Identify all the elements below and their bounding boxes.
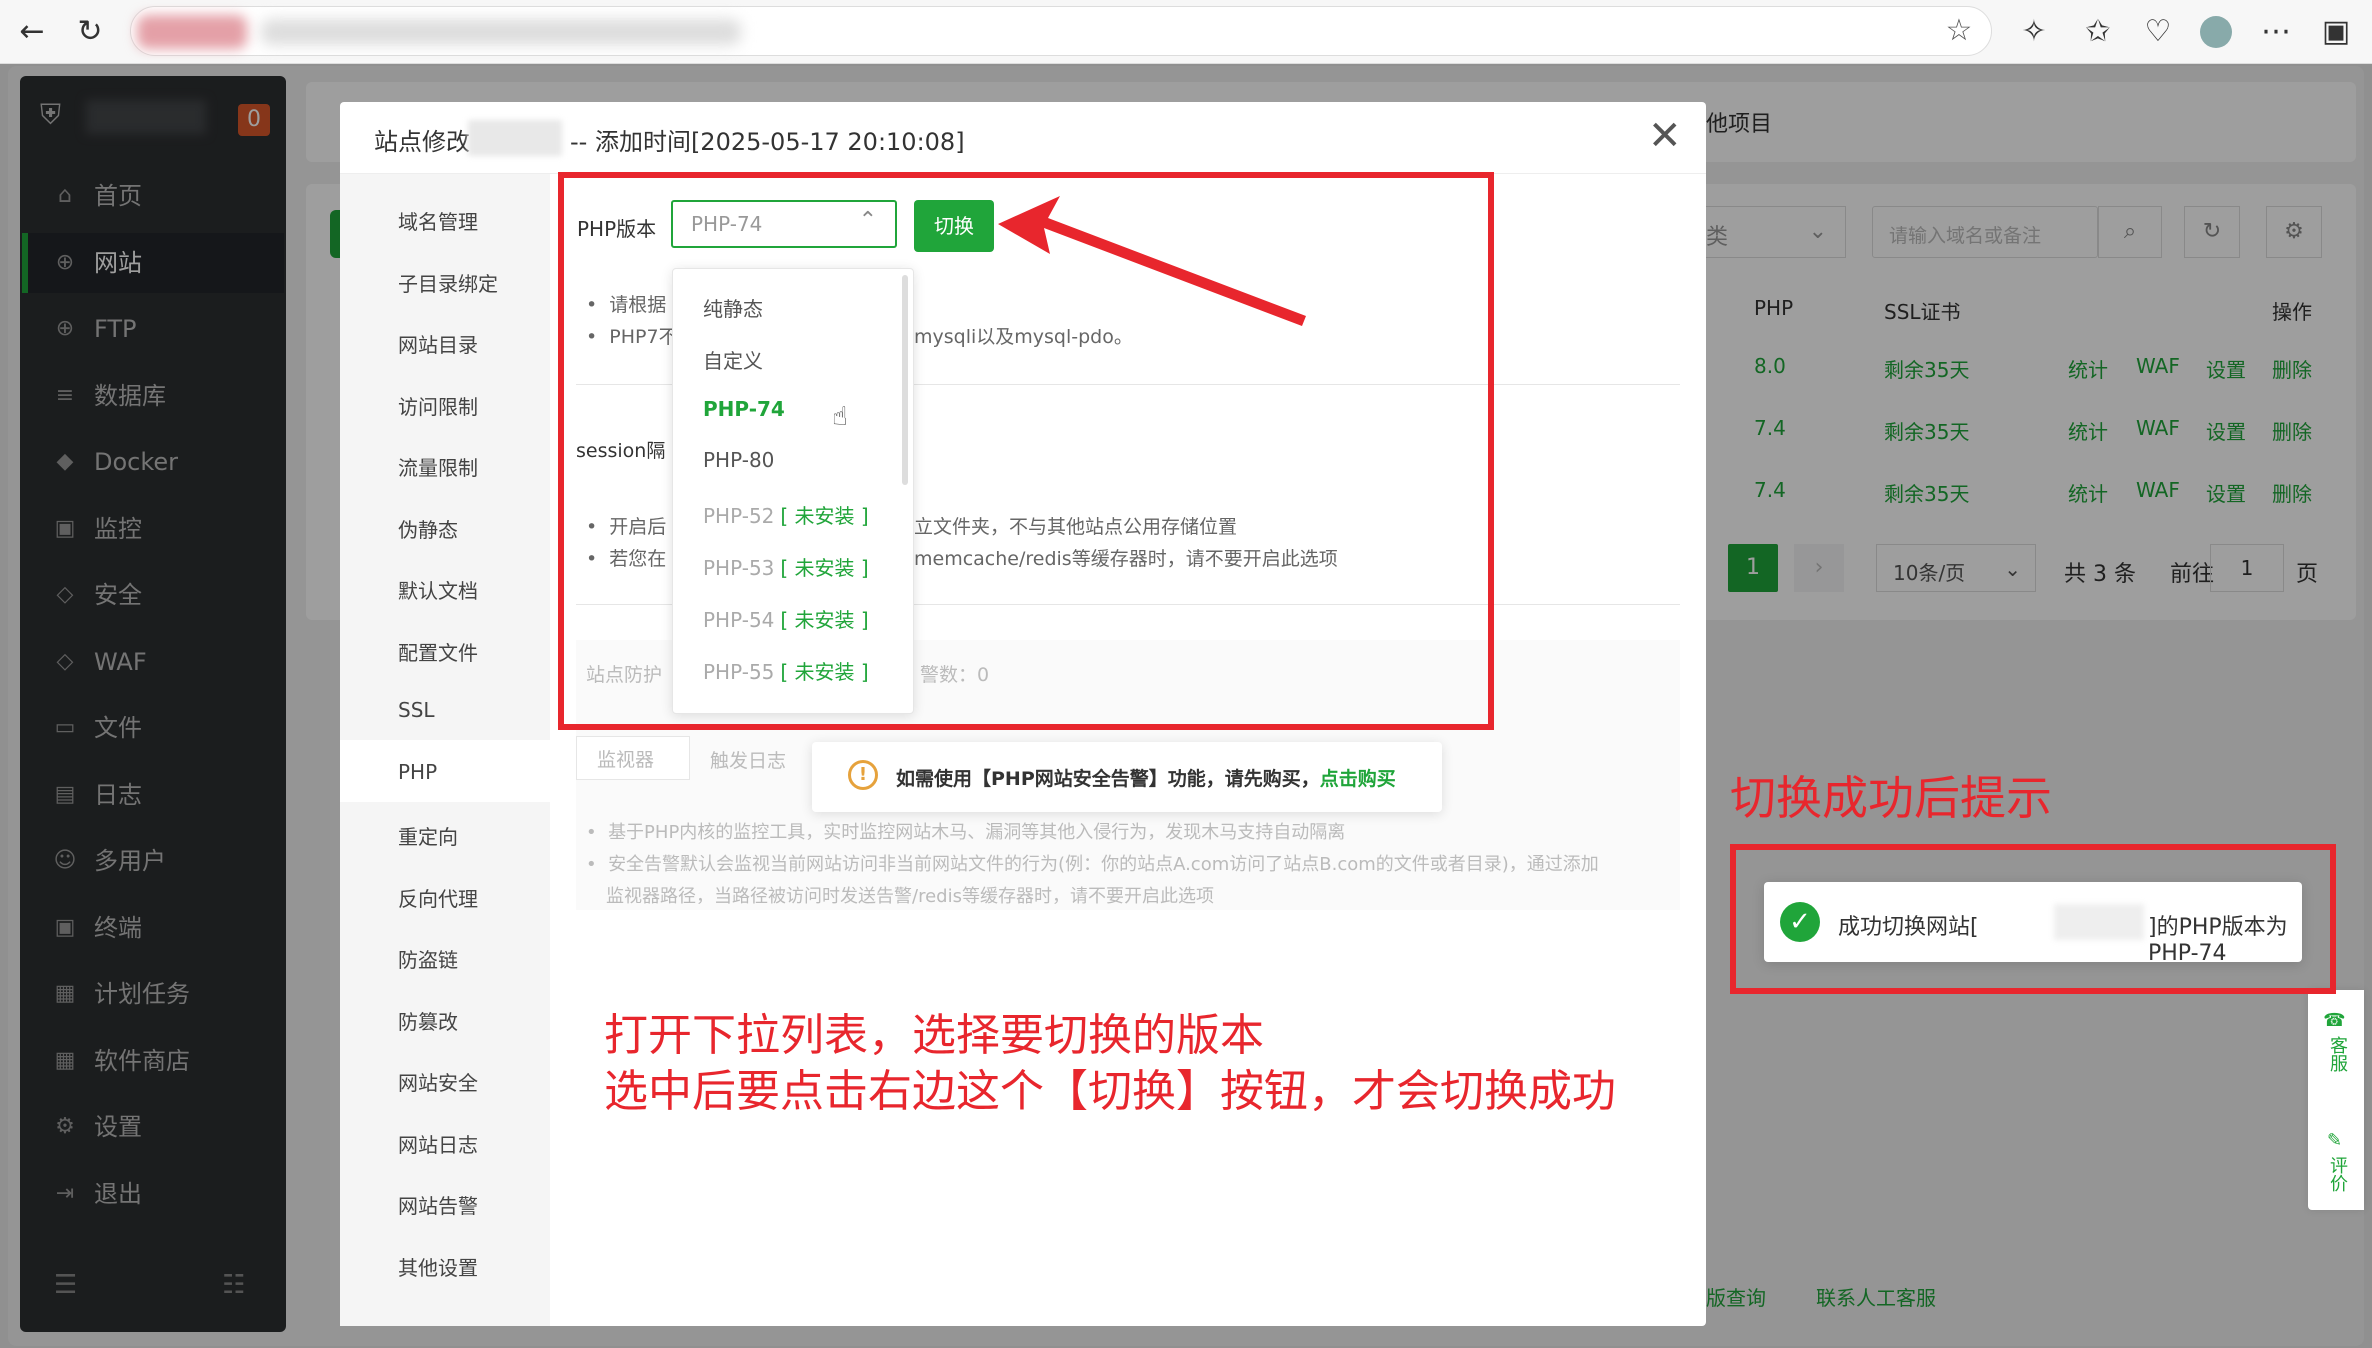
star-icon[interactable]: ☆ [1941, 13, 1977, 49]
annotation-instruction-1: 打开下拉列表，选择要切换的版本 [604, 1010, 1264, 1061]
success-toast: ✓ 成功切换网站[ ]的PHP版本为PHP-74 [1764, 882, 2302, 966]
tab-17[interactable]: 其他设置 [398, 1252, 478, 1281]
tab-12[interactable]: 防盗链 [398, 944, 458, 973]
float-rate[interactable]: 评价 [2324, 1156, 2350, 1192]
faint-note-1: • 基于PHP内核的监控工具，实时监控网站木马、漏洞等其他入侵行为，发现木马支持… [586, 822, 1346, 843]
address-bar[interactable]: ☆ [130, 6, 1992, 56]
service-icon[interactable]: ☎ [2324, 1010, 2345, 1031]
tab-1[interactable]: 子目录绑定 [398, 268, 498, 297]
faint-note-2: • 安全告警默认会监视当前网站访问非当前网站文件的行为(例：你的站点A.com访… [586, 854, 1599, 875]
toast-text-after: ]的PHP版本为PHP-74 [2148, 915, 2288, 966]
modal-header: 站点修改 -- 添加时间[2025-05-17 20:10:08] ✕ [340, 102, 1706, 174]
site-name-redacted [2054, 904, 2144, 940]
purchase-alert: ! 如需使用【PHP网站安全告警】功能，请先购买，点击购买 [812, 742, 1442, 812]
tab-13[interactable]: 防篡改 [398, 1006, 458, 1035]
alert-text: 如需使用【PHP网站安全告警】功能，请先购买， [896, 768, 1320, 790]
tab-0[interactable]: 域名管理 [398, 206, 478, 235]
faint-note-3: 监视器路径，当路径被访问时发送告警/redis等缓存器时，请不要开启此选项 [606, 886, 1214, 907]
back-arrow-icon[interactable]: ← [14, 14, 50, 50]
check-icon: ✓ [1780, 902, 1820, 942]
toast-text-before: 成功切换网站[ [1838, 915, 1979, 940]
float-service[interactable]: 客服 [2324, 1036, 2350, 1072]
sidebar-toggle-icon[interactable]: ▣ [2318, 14, 2354, 50]
tab-16[interactable]: 网站告警 [398, 1190, 478, 1219]
favorites-icon[interactable]: ✩ [2080, 14, 2116, 50]
extensions-icon[interactable]: ✧ [2016, 14, 2052, 50]
tab-11[interactable]: 反向代理 [398, 883, 478, 912]
tab-3[interactable]: 访问限制 [398, 391, 478, 420]
float-panel: ☎ 客服 ✎ 评价 [2308, 990, 2364, 1210]
modal-tabs: 域名管理子目录绑定网站目录访问限制流量限制伪静态默认文档配置文件 SSL PHP 重定… [340, 174, 550, 1326]
close-icon[interactable]: ✕ [1648, 114, 1682, 158]
tab-15[interactable]: 网站日志 [398, 1129, 478, 1158]
modal-title-suffix: -- 添加时间[2025-05-17 20:10:08] [570, 128, 965, 156]
tab-active-background [340, 739, 550, 802]
rate-icon[interactable]: ✎ [2324, 1130, 2345, 1151]
tab-14[interactable]: 网站安全 [398, 1067, 478, 1096]
tab-4[interactable]: 流量限制 [398, 452, 478, 481]
tab-5[interactable]: 伪静态 [398, 514, 458, 543]
site-name-redacted [468, 120, 562, 156]
buy-link[interactable]: 点击购买 [1320, 768, 1396, 790]
tab-trigger-log[interactable]: 触发日志 [710, 746, 786, 773]
more-icon[interactable]: ⋯ [2258, 14, 2294, 50]
annotation-arrow [998, 196, 1306, 326]
tab-10[interactable]: 重定向 [398, 821, 458, 850]
tab-9[interactable]: PHP [398, 760, 437, 784]
tab-6[interactable]: 默认文档 [398, 575, 478, 604]
tab-monitor[interactable]: 监视器 [576, 736, 690, 780]
warning-icon: ! [848, 760, 878, 790]
modal-title-prefix: 站点修改 [374, 128, 470, 156]
tab-2[interactable]: 网站目录 [398, 329, 478, 358]
annotation-instruction-2: 选中后要点击右边这个【切换】按钮，才会切换成功 [604, 1066, 1616, 1117]
tab-7[interactable]: 配置文件 [398, 637, 478, 666]
tab-8[interactable]: SSL [398, 698, 435, 722]
browser-toolbar: ← ↻ ☆ ✧ ✩ ♡ ⋯ ▣ [0, 0, 2372, 64]
reload-icon[interactable]: ↻ [72, 14, 108, 50]
profile-avatar[interactable] [2200, 16, 2232, 48]
health-icon[interactable]: ♡ [2140, 14, 2176, 50]
annotation-success-hint: 切换成功后提示 [1730, 771, 2052, 825]
